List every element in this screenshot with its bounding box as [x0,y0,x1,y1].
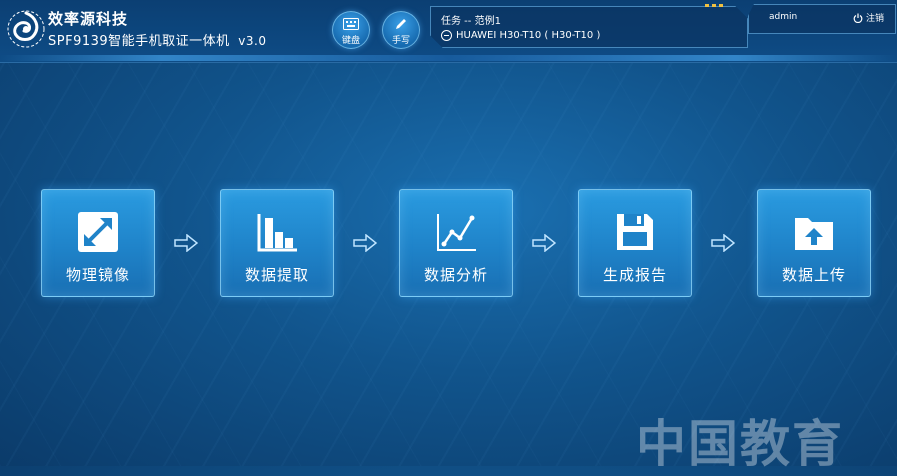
app-title-text: SPF9139智能手机取证一体机 [48,34,230,49]
expand-arrows-icon [78,212,118,252]
task-title: 任务 -- 范例1 [441,16,501,27]
upload-folder-icon [795,218,833,250]
version-label: v3.0 [238,34,267,48]
header-divider [0,55,897,61]
arrow-right-icon [711,234,735,252]
keyboard-button[interactable]: 键盘 [332,11,370,49]
save-disk-icon [617,214,653,250]
status-dots [705,4,723,7]
step-generate-report[interactable]: 生成报告 [578,189,692,297]
device-row[interactable]: HUAWEI H30-T10 ( H30-T10 ) [441,30,600,41]
user-panel: admin 注销 [748,4,896,34]
user-name: admin [769,12,798,22]
collapse-icon[interactable] [441,30,452,41]
workflow-steps: 物理镜像 数据提取 数据分析 生成报告 数据上传 [41,189,871,297]
step-label: 数据提取 [244,266,309,284]
step-label: 生成报告 [602,266,667,284]
app-title: SPF9139智能手机取证一体机 v3.0 [48,30,266,49]
header-bar: 效率源科技 SPF9139智能手机取证一体机 v3.0 键盘 手写 任务 -- … [0,0,897,63]
company-logo [7,10,45,48]
watermark: 中国教育 [636,415,844,473]
arrow-right-icon [532,234,556,252]
logout-button[interactable]: 注销 [853,11,884,24]
pen-icon [396,19,406,29]
brand-name: 效率源科技 [48,10,129,28]
step-data-upload[interactable]: 数据上传 [757,189,871,297]
line-chart-icon [437,214,476,251]
task-panel: 任务 -- 范例1 HUAWEI H30-T10 ( H30-T10 ) [430,6,748,48]
step-label: 数据分析 [423,266,488,284]
device-name: HUAWEI H30-T10 ( H30-T10 ) [456,30,601,41]
step-data-extract[interactable]: 数据提取 [220,189,334,297]
arrow-right-icon [353,234,377,252]
arrow-right-icon [174,234,198,252]
keyboard-label: 键盘 [341,36,360,46]
bar-chart-icon [257,214,297,252]
handwrite-label: 手写 [391,36,410,46]
power-icon [853,13,863,23]
step-data-analysis[interactable]: 数据分析 [399,189,513,297]
keyboard-icon [343,18,359,30]
step-label: 物理镜像 [65,266,130,284]
handwrite-button[interactable]: 手写 [382,11,420,49]
logout-label: 注销 [866,14,885,24]
step-label: 数据上传 [781,266,846,284]
step-physical-image[interactable]: 物理镜像 [41,189,155,297]
